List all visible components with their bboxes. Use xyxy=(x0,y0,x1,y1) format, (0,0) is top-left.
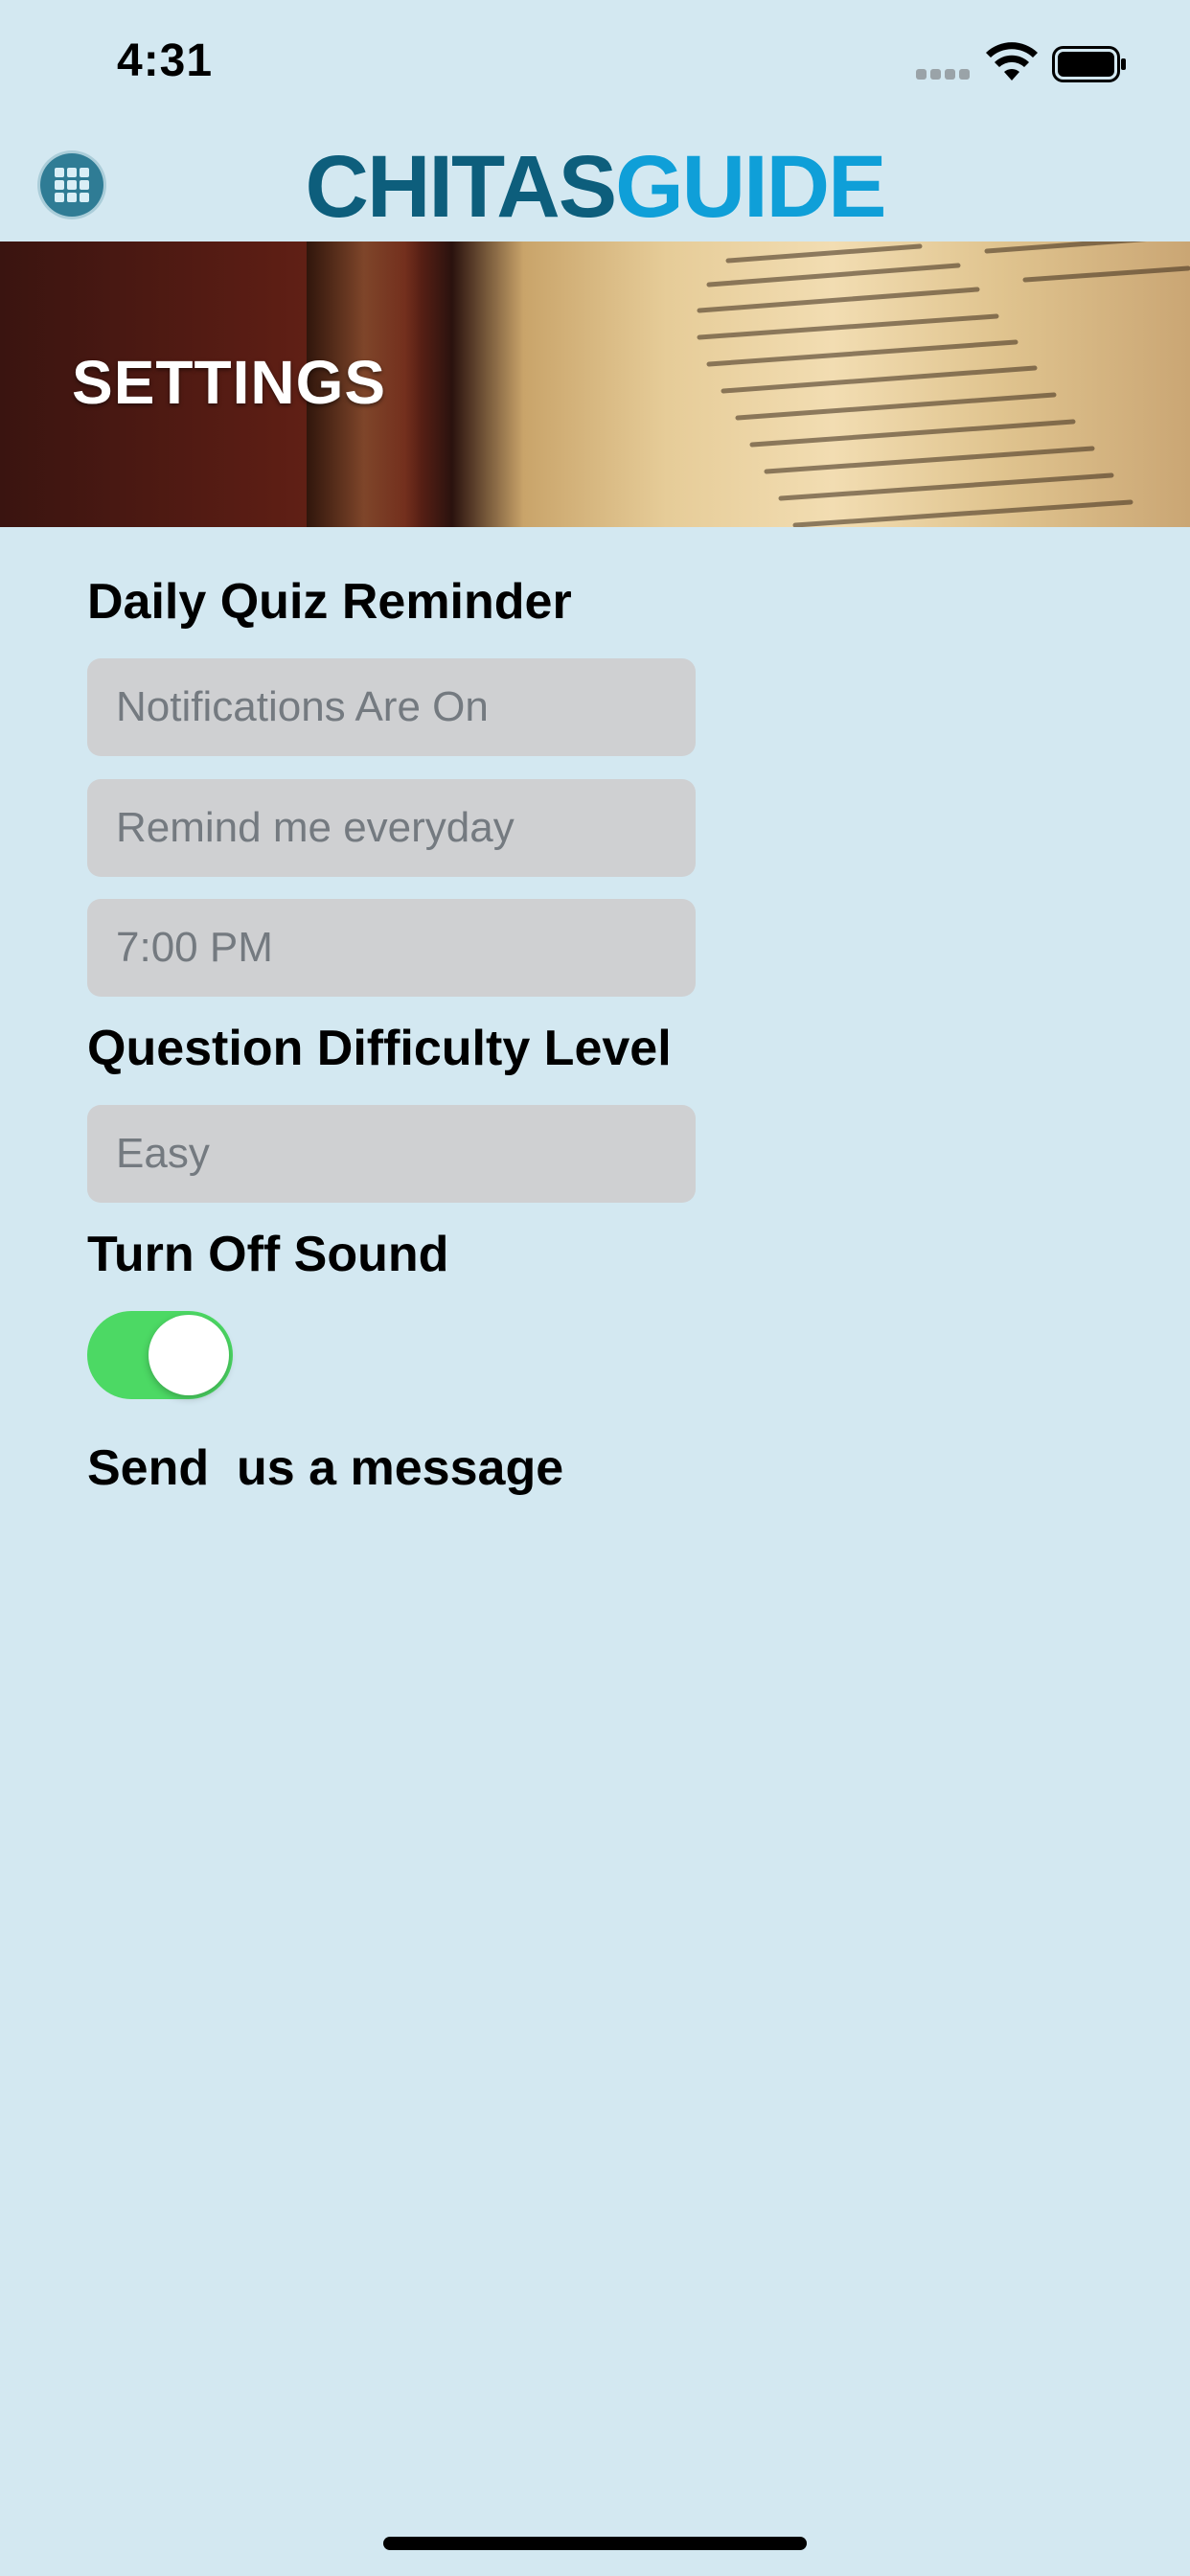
sound-toggle[interactable] xyxy=(87,1311,233,1399)
difficulty-level-field[interactable]: Easy xyxy=(87,1105,696,1203)
home-indicator xyxy=(383,2537,807,2550)
banner-scroll-text-decoration xyxy=(697,242,1190,527)
battery-icon xyxy=(1052,46,1126,82)
difficulty-level-label: Question Difficulty Level xyxy=(87,1021,672,1076)
turn-off-sound-label: Turn Off Sound xyxy=(87,1227,449,1282)
daily-quiz-reminder-label: Daily Quiz Reminder xyxy=(87,574,572,630)
reminder-frequency-field[interactable]: Remind me everyday xyxy=(87,779,696,877)
page-title: SETTINGS xyxy=(72,348,387,417)
notifications-field[interactable]: Notifications Are On xyxy=(87,658,696,756)
signal-icon xyxy=(916,69,970,80)
logo-text-chitas: CHITAS xyxy=(305,138,618,236)
send-message-link[interactable]: Send us a message xyxy=(87,1439,563,1497)
logo-text-guide: GUIDE xyxy=(615,138,886,236)
settings-banner: SETTINGS xyxy=(0,242,1190,527)
app-logo: CHITASGUIDE xyxy=(0,134,1190,240)
toggle-knob xyxy=(149,1315,229,1395)
status-time: 4:31 xyxy=(117,35,214,86)
app-header: CHITASGUIDE xyxy=(0,125,1190,242)
status-bar: 4:31 xyxy=(0,0,1190,125)
wifi-icon xyxy=(986,42,1038,80)
reminder-time-field[interactable]: 7:00 PM xyxy=(87,899,696,997)
